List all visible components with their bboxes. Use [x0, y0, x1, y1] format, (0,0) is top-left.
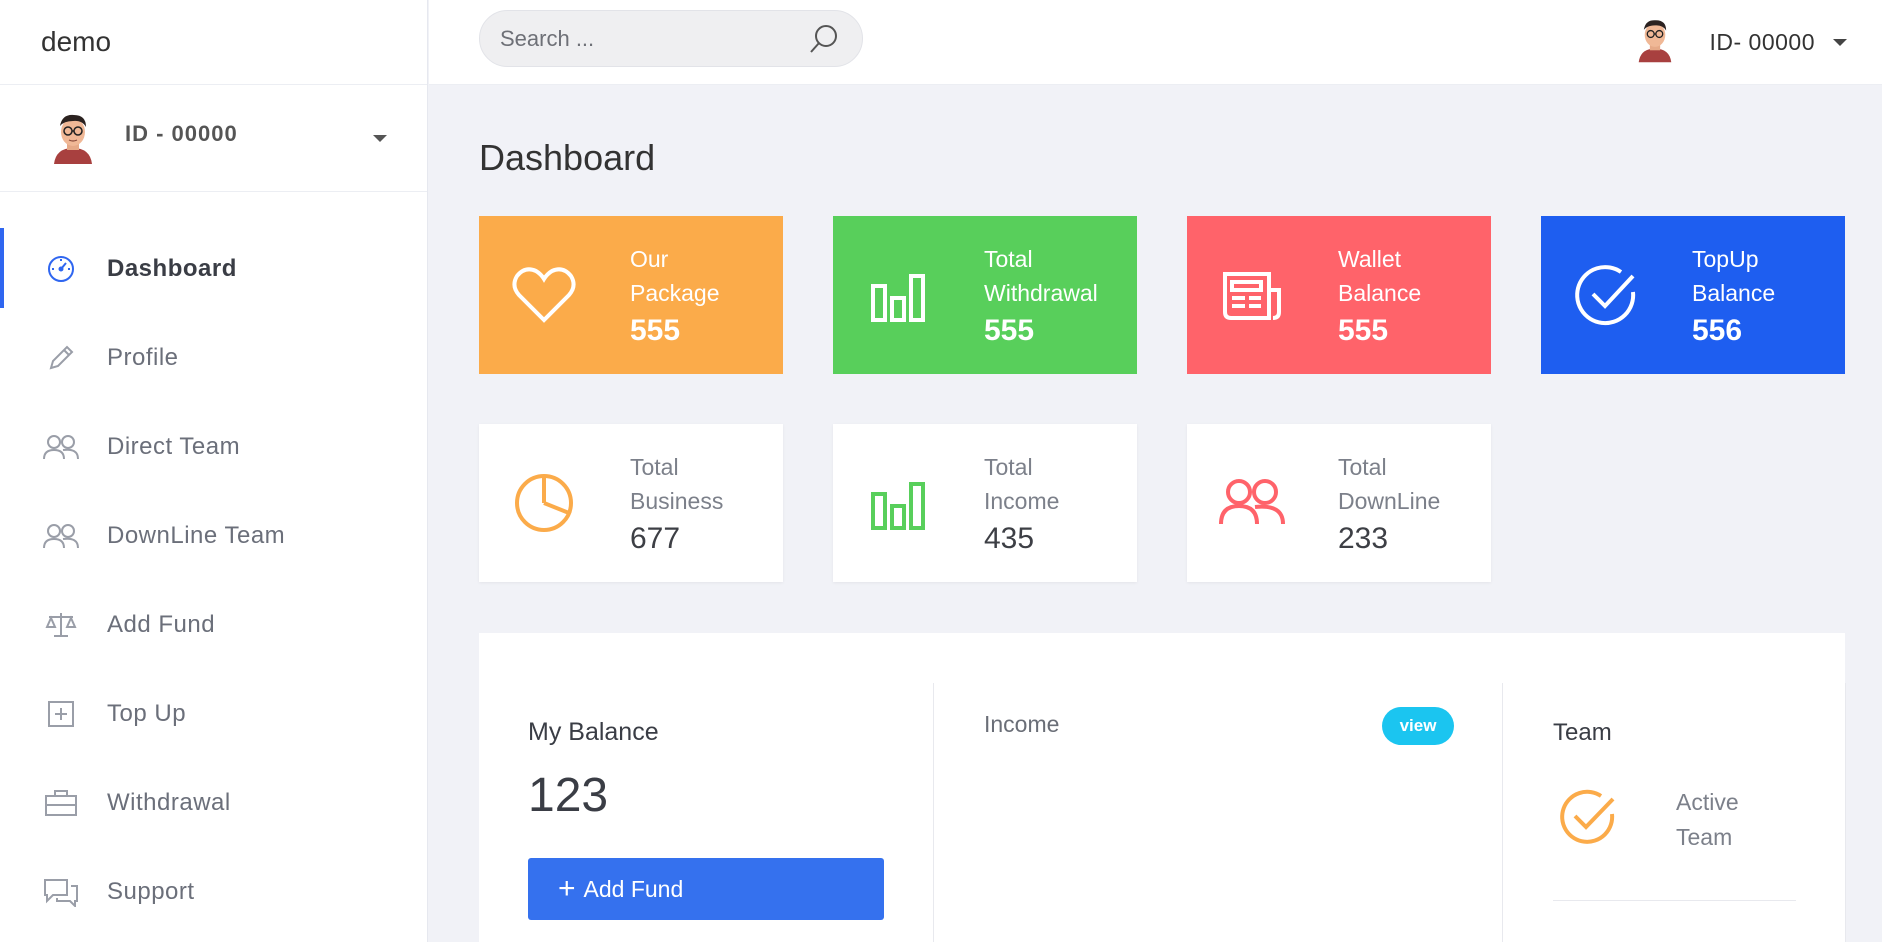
header-user-menu[interactable]: ID- 00000 [1637, 16, 1847, 68]
stat-card-total-income[interactable]: Total Income 435 [833, 424, 1137, 582]
divider [1553, 900, 1796, 901]
plus-square-icon [42, 695, 80, 733]
check-circle-icon [1557, 786, 1619, 853]
users-icon [42, 428, 80, 466]
sidebar-item-add-fund[interactable]: Add Fund [0, 580, 427, 669]
card-value: 555 [984, 314, 1035, 347]
sidebar: demo ID - 00000 Dashboard Profile Direct… [0, 0, 428, 942]
card-value: 556 [1692, 314, 1743, 347]
bar-chart-icon [863, 260, 933, 330]
sidebar-user-menu[interactable]: ID - 00000 [0, 85, 427, 192]
card-label: Total [1338, 454, 1387, 480]
sidebar-item-label: Profile [107, 343, 179, 371]
header-user-id: ID- 00000 [1709, 28, 1815, 55]
users-icon [42, 517, 80, 555]
column-divider [1845, 683, 1846, 942]
avatar [52, 112, 94, 164]
avatar [1637, 16, 1679, 68]
sidebar-user-id: ID - 00000 [125, 121, 238, 146]
bar-chart-icon [863, 468, 933, 538]
team-title: Team [1553, 719, 1612, 746]
search-input[interactable] [500, 25, 800, 52]
scale-icon [42, 606, 80, 644]
card-label: Withdrawal [984, 280, 1098, 306]
sidebar-item-label: Support [107, 877, 195, 905]
sidebar-item-label: Add Fund [107, 610, 216, 638]
column-divider [933, 683, 934, 942]
briefcase-icon [42, 784, 80, 822]
sidebar-item-dashboard[interactable]: Dashboard [0, 224, 427, 313]
card-value: 233 [1338, 522, 1389, 555]
sidebar-item-label: Dashboard [107, 254, 237, 282]
sidebar-item-profile[interactable]: Profile [0, 313, 427, 402]
card-label: Total [630, 454, 679, 480]
card-label: Income [984, 488, 1060, 514]
sidebar-item-direct-team[interactable]: Direct Team [0, 402, 427, 491]
card-label: Business [630, 488, 724, 514]
stat-card-total-withdrawal[interactable]: Total Withdrawal 555 [833, 216, 1137, 374]
view-income-button[interactable]: view [1382, 707, 1454, 745]
sidebar-item-top-up[interactable]: Top Up [0, 669, 427, 758]
sidebar-item-label: Withdrawal [107, 788, 231, 816]
balance-value: 123 [528, 769, 609, 822]
sidebar-item-downline-team[interactable]: DownLine Team [0, 491, 427, 580]
card-value: 435 [984, 522, 1035, 555]
card-label: Balance [1692, 280, 1776, 306]
search-box [479, 10, 863, 67]
card-value: 555 [1338, 314, 1389, 347]
card-label: Our [630, 246, 669, 272]
heart-icon [509, 260, 579, 330]
add-fund-button-label: Add Fund [583, 875, 684, 902]
stat-card-total-business[interactable]: Total Business 677 [479, 424, 783, 582]
chat-icon [42, 873, 80, 911]
stat-card-total-downline[interactable]: Total DownLine 233 [1187, 424, 1491, 582]
add-fund-button[interactable]: + Add Fund [528, 858, 884, 920]
search-icon[interactable] [808, 23, 840, 60]
income-title: Income [984, 711, 1060, 737]
card-label: Wallet [1338, 246, 1402, 272]
stat-card-topup-balance[interactable]: TopUp Balance 556 [1541, 216, 1845, 374]
active-team-label: Active Team [1676, 785, 1796, 855]
chevron-down-icon[interactable] [1833, 38, 1847, 46]
newspaper-icon [1217, 260, 1287, 330]
card-value: 555 [630, 314, 681, 347]
topbar: ID- 00000 [429, 0, 1882, 85]
stat-card-wallet-balance[interactable]: Wallet Balance 555 [1187, 216, 1491, 374]
stat-card-our-package[interactable]: Our Package 555 [479, 216, 783, 374]
chevron-down-icon[interactable] [373, 135, 387, 142]
card-label: Total [984, 454, 1033, 480]
sidebar-item-label: Direct Team [107, 432, 241, 460]
card-label: TopUp [1692, 246, 1759, 272]
card-label: Package [630, 280, 720, 306]
sidebar-item-label: DownLine Team [107, 521, 286, 549]
check-circle-icon [1571, 260, 1641, 330]
sidebar-item-support[interactable]: Support [0, 847, 427, 936]
sidebar-item-withdrawal[interactable]: Withdrawal [0, 758, 427, 847]
users-icon [1217, 468, 1287, 538]
card-label: Balance [1338, 280, 1422, 306]
team-label-line: Active [1676, 789, 1739, 815]
page-title: Dashboard [479, 137, 656, 178]
plus-icon: + [558, 872, 576, 905]
column-divider [1502, 683, 1503, 942]
card-label: Total [984, 246, 1033, 272]
sidebar-item-label: Top Up [107, 699, 187, 727]
card-label: DownLine [1338, 488, 1441, 514]
summary-panel: My Balance 123 + Add Fund Income view Te… [479, 633, 1846, 942]
dashboard-gauge-icon [42, 250, 80, 288]
brand-logo[interactable]: demo [0, 0, 427, 85]
sidebar-nav: Dashboard Profile Direct Team DownLine T… [0, 192, 427, 936]
card-value: 677 [630, 522, 681, 555]
pie-chart-icon [509, 468, 579, 538]
pencil-icon [42, 339, 80, 377]
balance-title: My Balance [528, 718, 659, 746]
team-label-line: Team [1676, 824, 1733, 850]
